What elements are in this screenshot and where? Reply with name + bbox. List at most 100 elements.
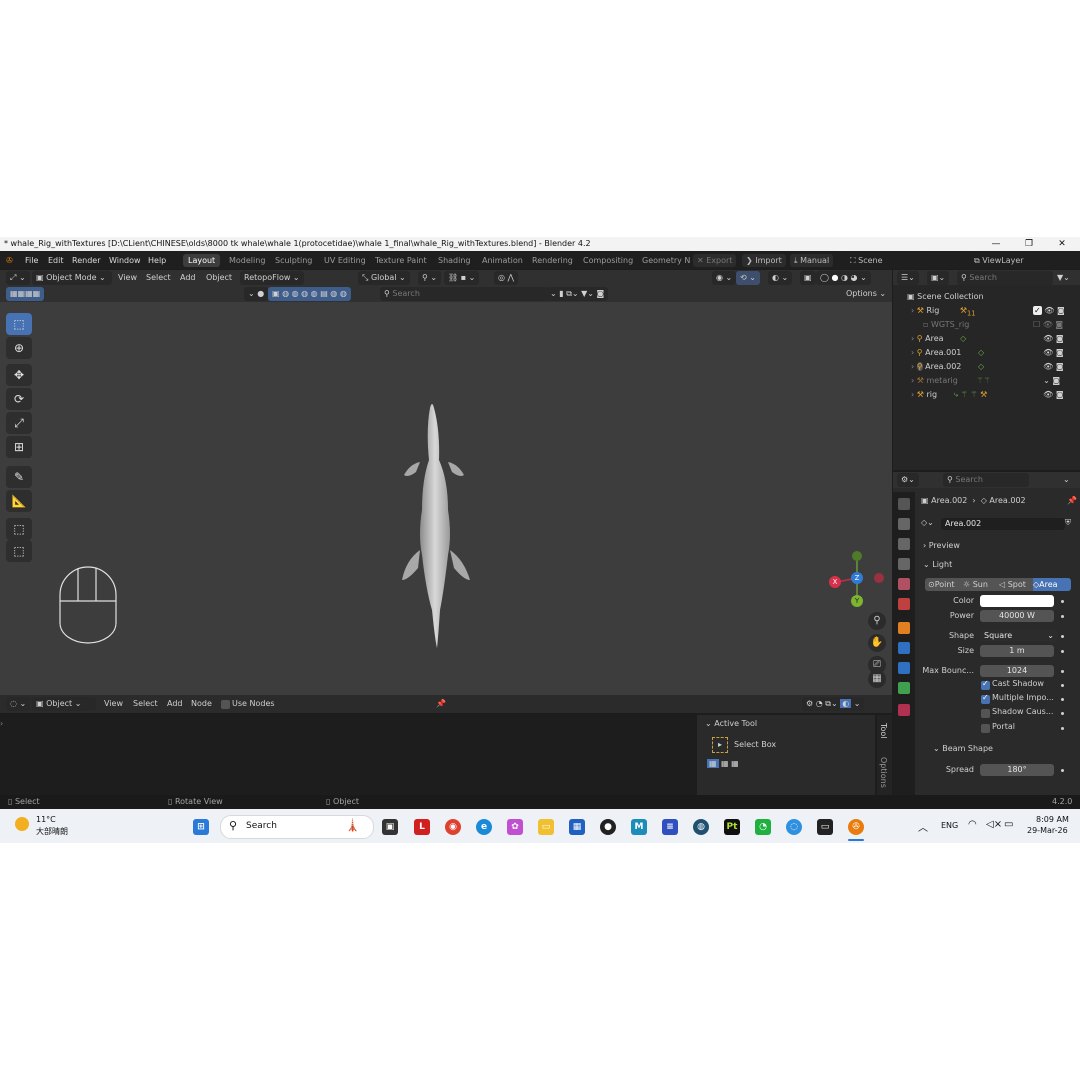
navigation-gizmo[interactable]: Z X Y — [825, 545, 885, 607]
file-explorer-icon[interactable]: ▭ — [538, 819, 554, 835]
pan-hand-icon[interactable]: ✋ — [868, 634, 886, 652]
add-cube-tool-icon[interactable]: ⬚ — [6, 518, 32, 540]
expand-arrow-icon[interactable]: › — [911, 362, 914, 371]
filter-icons[interactable]: ⌄ ▮ ⧉⌄ ▼⌄ ◙ — [546, 287, 609, 301]
outliner-filter-icon[interactable]: ▼⌄ — [1053, 271, 1074, 285]
expand-arrow-icon[interactable]: › — [911, 376, 914, 385]
import-button[interactable]: ❯ Import — [742, 254, 786, 267]
snap-icon[interactable]: ⛓ ▪ ⌄ — [444, 271, 480, 285]
scene-tab-icon[interactable] — [898, 578, 910, 590]
annotate-tool-icon[interactable]: ✎ — [6, 466, 32, 488]
shading-modes[interactable]: ◯ ● ◑ ◕ ⌄ — [816, 271, 871, 285]
scene-selector[interactable]: ⛶ Scene — [846, 254, 928, 267]
task-view-icon[interactable]: ▣ — [382, 819, 398, 835]
overlay-toggle-icon[interactable]: ◐ ⌄ — [768, 271, 793, 285]
start-windows-icon[interactable]: ⊞ — [193, 819, 209, 835]
minimize-button[interactable]: — — [982, 237, 1010, 251]
properties-menu-icon[interactable]: ⌄ — [1063, 473, 1070, 487]
editor-type-icon[interactable]: ⤢ ⌄ — [6, 271, 30, 285]
edge-icon[interactable]: e — [476, 819, 492, 835]
keyframe-dot[interactable] — [1061, 698, 1064, 701]
manual-button[interactable]: ⤓ Manual — [790, 254, 834, 267]
perspective-grid-icon[interactable]: ▦ — [868, 670, 886, 688]
light-type-sun[interactable]: ☼ Sun — [963, 578, 988, 591]
close-button[interactable]: ✕ — [1048, 237, 1076, 251]
expand-arrow-icon[interactable]: › — [911, 348, 914, 357]
copilot-icon[interactable]: ✿ — [507, 819, 523, 835]
color-swatch[interactable] — [980, 595, 1054, 607]
node-menu-add[interactable]: Add — [167, 697, 183, 711]
properties-search-input[interactable]: ⚲ Search — [943, 473, 1029, 487]
weather-temp[interactable]: 11°C — [36, 815, 56, 824]
collapse-arrow-icon[interactable]: › — [0, 719, 3, 728]
visibility-icon[interactable]: ◉ ⌄ — [712, 271, 737, 285]
outliner-search-input[interactable]: ⚲ Search — [957, 271, 1053, 285]
pivot-icon[interactable]: ⚲ ⌄ — [418, 271, 442, 285]
keyframe-dot[interactable] — [1061, 684, 1064, 687]
volume-icon[interactable]: ◁× — [986, 819, 1002, 830]
tray-overflow-icon[interactable]: ︿ — [918, 819, 928, 834]
tab-animation[interactable]: Animation — [477, 254, 528, 267]
wifi-icon[interactable]: ◠ — [968, 819, 977, 830]
retopoflow-menu[interactable]: RetopoFlow ⌄ — [240, 271, 304, 285]
keyframe-dot[interactable] — [1061, 769, 1064, 772]
3d-viewport[interactable]: ⤢ ⌄ ▣ Object Mode ⌄ View Select Add Obje… — [0, 270, 892, 695]
app-l-icon[interactable]: L — [414, 819, 430, 835]
mode-selector[interactable]: ▣ Object Mode ⌄ — [32, 271, 112, 285]
whale-model[interactable] — [392, 400, 482, 650]
menu-edit[interactable]: Edit — [48, 252, 64, 269]
rig-toggles[interactable]: ✓ 👁 ◙ — [1033, 304, 1077, 318]
transform-tool-icon[interactable]: ⊞ — [6, 436, 32, 458]
beam-shape-panel-header[interactable]: ⌄ Beam Shape — [933, 744, 993, 753]
globe-app-icon[interactable]: ◍ — [693, 819, 709, 835]
size-field[interactable]: 1 m — [980, 645, 1054, 657]
light-datablock-icon[interactable]: ◇⌄ — [921, 518, 934, 527]
tab-modeling[interactable]: Modeling — [224, 254, 270, 267]
shape-dropdown[interactable]: Square ⌄ — [980, 630, 1058, 642]
select-mode-extend-icons[interactable]: ▦ ▦ — [721, 759, 739, 768]
measure-tool-icon[interactable]: 📐 — [6, 490, 32, 512]
pin-icon[interactable]: 📌 — [436, 697, 446, 711]
expand-arrow-icon[interactable]: › — [911, 334, 914, 343]
notepad-icon[interactable]: ≡ — [662, 819, 678, 835]
cast-shadow-checkbox[interactable] — [981, 679, 990, 690]
move-tool-icon[interactable]: ✥ — [6, 364, 32, 386]
keyframe-dot[interactable] — [1061, 670, 1064, 673]
tab-options[interactable]: Options — [879, 757, 888, 788]
zoom-icon[interactable]: ⚲ — [868, 612, 886, 630]
transform-orientation-selector[interactable]: ⤡ Global ⌄ — [358, 271, 410, 285]
xray-toggle-icon[interactable]: ▣ — [800, 271, 816, 285]
blender-logo-icon[interactable]: ✇ — [6, 252, 13, 269]
weather-desc[interactable]: 大部晴朗 — [36, 826, 68, 837]
maximize-button[interactable]: ❐ — [1015, 237, 1043, 251]
area-002-toggles[interactable]: 👁 ◙ — [1033, 360, 1077, 374]
view-layer-tab-icon[interactable] — [898, 558, 910, 570]
keyframe-dot[interactable] — [1061, 712, 1064, 715]
battery-icon[interactable]: ▭ — [1004, 819, 1013, 830]
light-datablock-field[interactable]: Area.002 — [941, 518, 1065, 530]
tab-shading[interactable]: Shading — [433, 254, 476, 267]
retopo-mode-icons[interactable]: ▣ ◍ ◍ ◍ ◍ ▤ ◍ ◍ — [268, 287, 351, 301]
spread-field[interactable]: 180° — [980, 764, 1054, 776]
export-button[interactable]: ✕ Export — [693, 254, 737, 267]
rig-lower-toggles[interactable]: 👁 ◙ — [1033, 388, 1077, 402]
tab-uv-editing[interactable]: UV Editing — [319, 254, 371, 267]
light-data-tab-icon[interactable] — [898, 682, 910, 694]
use-nodes-checkbox[interactable] — [221, 700, 230, 709]
shadow-caustics-checkbox[interactable] — [981, 709, 990, 718]
rotate-tool-icon[interactable]: ⟳ — [6, 388, 32, 410]
node-editor-canvas[interactable]: › ⌄ Active Tool ▸ Select Box ▦ ▦ ▦ Tool … — [0, 713, 892, 795]
metarig-toggles[interactable]: ⌄ ◙ — [1033, 374, 1077, 388]
menu-render[interactable]: Render — [72, 252, 100, 269]
viewport-menu-select[interactable]: Select — [146, 271, 171, 285]
wgts-toggles[interactable]: ☐ 👁 ◙ — [1033, 318, 1077, 332]
expand-arrow-icon[interactable]: › — [911, 390, 914, 399]
node-menu-select[interactable]: Select — [133, 697, 158, 711]
outliner-editor-icon[interactable]: ☰⌄ — [897, 271, 919, 285]
node-menu-view[interactable]: View — [104, 697, 123, 711]
shader-type-selector[interactable]: ▣ Object ⌄ — [32, 697, 96, 711]
render-tab-icon[interactable] — [898, 518, 910, 530]
light-type-area[interactable]: ◇Area — [1033, 578, 1071, 591]
light-type-spot[interactable]: ◁ Spot — [999, 578, 1026, 591]
menu-file[interactable]: File — [25, 252, 38, 269]
